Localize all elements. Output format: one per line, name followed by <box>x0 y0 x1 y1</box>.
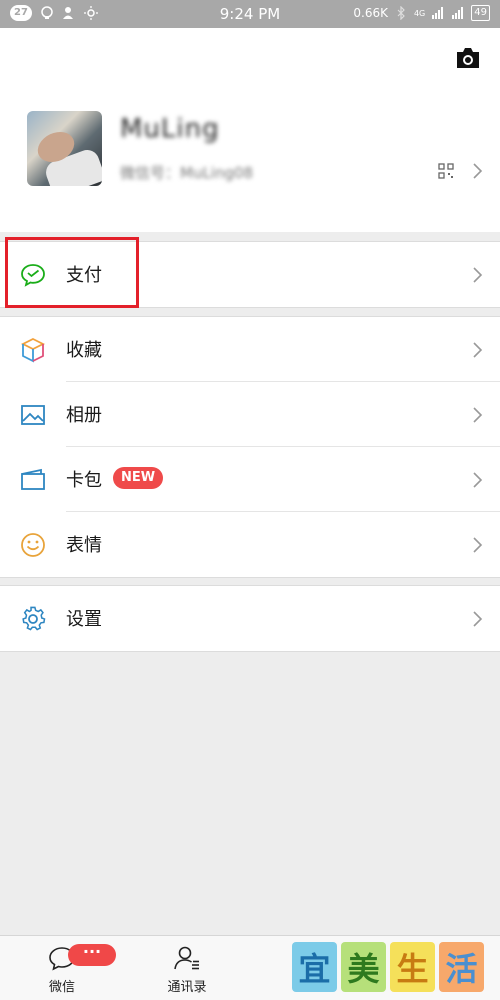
favorites-cube-icon <box>20 337 46 363</box>
watermark-char: 活 <box>439 942 484 992</box>
menu-item-settings[interactable]: 设置 <box>0 586 500 651</box>
profile-name: MuLing <box>120 114 220 144</box>
qr-code-icon[interactable] <box>438 163 454 179</box>
tab-label-chats: 微信 <box>48 980 75 995</box>
watermark-char: 生 <box>390 942 435 992</box>
signal-icon <box>432 7 444 19</box>
tab-label-contacts: 通讯录 <box>167 980 207 995</box>
chevron-right-icon <box>473 342 483 358</box>
wechat-id: 微信号：MuLing08 <box>120 164 254 182</box>
menu-item-favorites[interactable]: 收藏 <box>0 317 500 382</box>
chevron-right-icon <box>473 472 483 488</box>
chevron-right-icon <box>473 163 483 179</box>
menu-item-cards[interactable]: 卡包 NEW <box>0 447 500 512</box>
chevron-right-icon <box>473 407 483 423</box>
battery-level: 49 <box>471 5 490 21</box>
menu-label-album: 相册 <box>66 405 102 426</box>
watermark-logo: 宜 美 生 活 <box>292 942 490 992</box>
menu-item-album[interactable]: 相册 <box>0 382 500 447</box>
chevron-right-icon <box>473 537 483 553</box>
unread-badge: ··· <box>68 944 116 966</box>
network-type: 4G <box>413 8 426 18</box>
features-section: 收藏 相册 卡包 NEW 表情 <box>0 316 500 578</box>
menu-label-stickers: 表情 <box>66 535 102 556</box>
gear-icon <box>22 606 46 631</box>
watermark-char: 宜 <box>292 942 337 992</box>
smiley-icon <box>21 533 45 557</box>
new-badge: NEW <box>113 467 164 489</box>
status-bar: 27 9:24 PM 0.66K 4G 49 <box>0 0 500 28</box>
avatar[interactable] <box>27 111 102 186</box>
menu-label-favorites: 收藏 <box>66 340 102 361</box>
watermark-char: 美 <box>341 942 386 992</box>
settings-section: 设置 <box>0 585 500 652</box>
net-speed: 0.66K <box>353 6 388 20</box>
tab-chats[interactable]: ··· 微信 <box>12 936 116 1000</box>
bluetooth-icon <box>397 6 405 20</box>
camera-icon[interactable] <box>455 46 481 70</box>
menu-item-stickers[interactable]: 表情 <box>0 512 500 577</box>
chevron-right-icon <box>473 611 483 627</box>
wifi-signal-icon <box>452 7 464 19</box>
profile-header[interactable]: MuLing 微信号：MuLing08 <box>0 28 500 232</box>
tab-contacts[interactable]: 通讯录 <box>137 936 237 1000</box>
chevron-right-icon <box>473 267 483 283</box>
contacts-icon <box>174 946 199 970</box>
menu-label-cards: 卡包 <box>66 470 102 491</box>
card-wallet-icon <box>21 468 45 490</box>
photo-album-icon <box>21 405 45 425</box>
menu-label-settings: 设置 <box>66 609 102 630</box>
highlight-box <box>5 237 139 308</box>
